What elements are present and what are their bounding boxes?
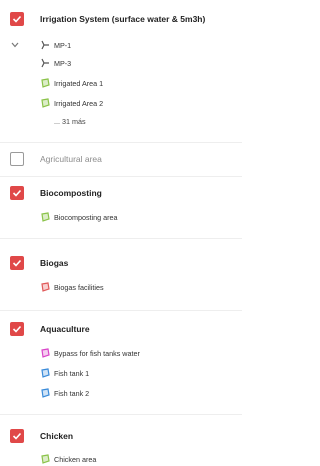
layer-checkbox-biogas[interactable] <box>10 256 24 270</box>
layer-item-mp3[interactable]: MP-3 <box>40 58 71 68</box>
checkmark-icon <box>12 15 22 23</box>
layer-title-agricultural: Agricultural area <box>40 154 102 164</box>
layer-item-irrigated-area-1[interactable]: Irrigated Area 1 <box>40 78 103 88</box>
divider <box>0 414 242 415</box>
layer-item-label: Bypass for fish tanks water <box>54 348 140 358</box>
checkmark-icon <box>12 189 22 197</box>
chevron-down-icon[interactable] <box>11 42 19 48</box>
divider <box>0 176 242 177</box>
polygon-icon <box>41 388 50 398</box>
checkmark-icon <box>12 325 22 333</box>
layer-item-fish-tank-1[interactable]: Fish tank 1 <box>40 368 89 378</box>
layer-item-biocomposting-area[interactable]: Biocomposting area <box>40 212 118 222</box>
layer-title-aquaculture: Aquaculture <box>40 324 90 334</box>
layer-item-irrigated-area-2[interactable]: Irrigated Area 2 <box>40 98 103 108</box>
layer-item-label: Fish tank 2 <box>54 388 90 398</box>
divider <box>0 142 242 143</box>
layer-checkbox-irrigation[interactable] <box>10 12 24 26</box>
checkmark-icon <box>12 432 22 440</box>
layer-checkbox-chicken[interactable] <box>10 429 24 443</box>
layer-title-chicken: Chicken <box>40 431 74 441</box>
divider <box>0 310 242 311</box>
layer-item-chicken-area[interactable]: Chicken area <box>40 454 96 464</box>
divider <box>0 238 242 239</box>
polygon-icon <box>41 368 50 378</box>
polygon-icon <box>41 78 50 88</box>
layer-title-biogas: Biogas <box>40 258 69 268</box>
polygon-icon <box>41 282 50 292</box>
checkmark-icon <box>12 259 22 267</box>
layer-item-label: Irrigated Area 2 <box>54 98 104 108</box>
layer-item-mp1[interactable]: MP-1 <box>40 40 71 50</box>
layer-checkbox-agricultural[interactable] <box>10 152 24 166</box>
polygon-icon <box>41 212 50 222</box>
layer-title-irrigation: Irrigation System (surface water & 5m3h) <box>40 14 206 24</box>
layer-item-label: Biogas facilities <box>54 282 104 292</box>
layer-item-bypass[interactable]: Bypass for fish tanks water <box>40 348 140 358</box>
layer-item-label: Chicken area <box>54 454 97 464</box>
polygon-icon <box>41 98 50 108</box>
layer-item-label: MP-1 <box>54 40 72 50</box>
layer-checkbox-biocomposting[interactable] <box>10 186 24 200</box>
layer-item-biogas-facilities[interactable]: Biogas facilities <box>40 282 104 292</box>
show-more-link[interactable]: ... 31 más <box>54 117 86 126</box>
polygon-icon <box>41 348 50 358</box>
layer-checkbox-aquaculture[interactable] <box>10 322 24 336</box>
pipe-icon <box>41 58 49 68</box>
layer-item-label: Biocomposting area <box>54 212 118 222</box>
pipe-icon <box>41 40 49 50</box>
layer-title-biocomposting: Biocomposting <box>40 188 102 198</box>
layer-item-fish-tank-2[interactable]: Fish tank 2 <box>40 388 89 398</box>
layer-item-label: MP-3 <box>54 58 72 68</box>
layer-item-label: Irrigated Area 1 <box>54 78 104 88</box>
layer-item-label: Fish tank 1 <box>54 368 90 378</box>
polygon-icon <box>41 454 50 464</box>
